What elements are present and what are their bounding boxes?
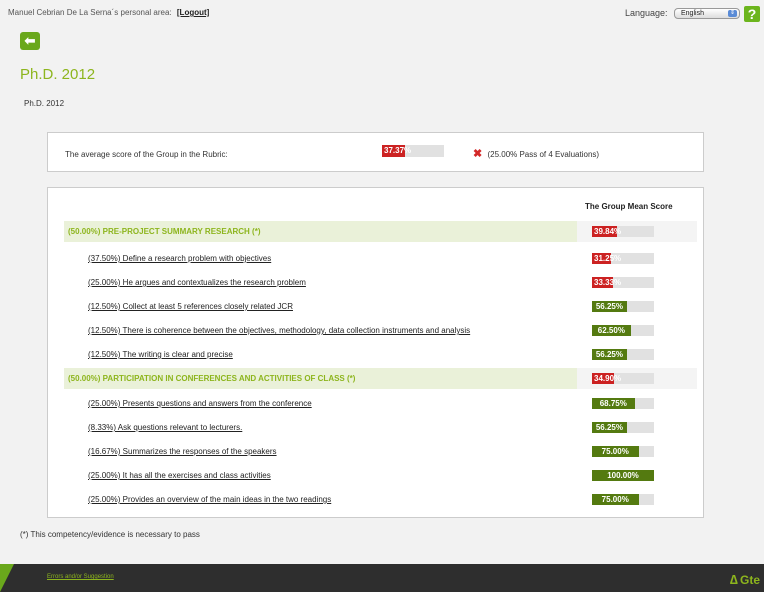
summary-panel: The average score of the Group in the Ru… [47,132,704,172]
language-label: Language: [624,8,668,18]
page-title: Ph.D. 2012 [20,66,96,83]
score-text: 31.25% [594,254,622,263]
score-bar: 56.25% [592,301,654,312]
score-text: 75.00% [601,447,629,456]
criterion-link[interactable]: (16.67%) Summarizes the responses of the… [88,447,277,456]
footnote: (*) This competency/evidence is necessar… [20,530,200,539]
score-text: 39.84% [594,227,622,236]
score-bar: 75.00% [592,494,654,505]
section-label: (50.00%) PARTICIPATION IN CONFERENCES AN… [68,374,356,383]
table-row: (8.33%) Ask questions relevant to lectur… [64,417,697,438]
score-bar: 39.84% [592,226,654,237]
select-arrows-icon: ⇕ [728,10,737,18]
criterion-link[interactable]: (8.33%) Ask questions relevant to lectur… [88,423,242,432]
score-text: 56.25% [595,423,623,432]
section-label: (50.00%) PRE-PROJECT SUMMARY RESEARCH (*… [68,227,261,236]
language-selector: Language: English ⇕ [624,8,740,20]
footer-logo: ∆ Gte [730,572,760,587]
help-icon[interactable]: ? [744,6,760,22]
back-button[interactable]: ⬅ [20,32,40,50]
section-row: (50.00%) PRE-PROJECT SUMMARY RESEARCH (*… [64,221,697,242]
table-row: (25.00%) It has all the exercises and cl… [64,465,697,486]
score-bar: 31.25% [592,253,654,264]
score-text: 33.33% [594,278,622,287]
score-bar: 56.25% [592,349,654,360]
criterion-link[interactable]: (12.50%) There is coherence between the … [88,326,470,335]
score-text: 100.00% [607,471,639,480]
summary-result-text: (25.00% Pass of 4 Evaluations) [487,150,600,159]
table-row: (16.67%) Summarizes the responses of the… [64,441,697,462]
score-text: 75.00% [601,495,629,504]
score-text: 56.25% [595,350,623,359]
score-bar: 56.25% [592,422,654,433]
criterion-link[interactable]: (25.00%) It has all the exercises and cl… [88,471,271,480]
score-bar: 68.75% [592,398,654,409]
criterion-link[interactable]: (12.50%) Collect at least 5 references c… [88,302,293,311]
table-row: (37.50%) Define a research problem with … [64,248,697,269]
fail-x-icon: ✖ [473,148,483,160]
criterion-link[interactable]: (12.50%) The writing is clear and precis… [88,350,233,359]
table-row: (12.50%) Collect at least 5 references c… [64,296,697,317]
user-area: Manuel Cebrian De La Serna´s personal ar… [8,8,209,17]
table-row: (25.00%) Presents questions and answers … [64,393,697,414]
criterion-link[interactable]: (25.00%) Presents questions and answers … [88,399,312,408]
gte-logo-icon: ∆ [730,572,738,587]
table-row: (12.50%) There is coherence between the … [64,320,697,341]
criterion-link[interactable]: (25.00%) Provides an overview of the mai… [88,495,331,504]
errors-suggestion-link[interactable]: Errors and/or Suggestion [47,574,114,580]
score-text: 62.50% [597,326,625,335]
summary-score-bar: 37.37% [382,145,444,157]
page-subtitle: Ph.D. 2012 [24,99,65,108]
score-bar: 33.33% [592,277,654,288]
user-greeting: Manuel Cebrian De La Serna´s personal ar… [8,8,172,17]
language-value: English [681,10,704,18]
score-bar: 62.50% [592,325,654,336]
score-bar: 34.90% [592,373,654,384]
criterion-link[interactable]: (25.00%) He argues and contextualizes th… [88,278,306,287]
score-bar: 75.00% [592,446,654,457]
footer-accent [0,564,14,592]
table-row: (25.00%) Provides an overview of the mai… [64,489,697,510]
summary-label: The average score of the Group in the Ru… [65,150,228,159]
rubric-table: The Group Mean Score (50.00%) PRE-PROJEC… [47,187,704,518]
table-row: (12.50%) The writing is clear and precis… [64,344,697,365]
section-row: (50.00%) PARTICIPATION IN CONFERENCES AN… [64,368,697,389]
score-text: 56.25% [595,302,623,311]
footer: Errors and/or Suggestion ∆ Gte [0,564,764,592]
criterion-link[interactable]: (37.50%) Define a research problem with … [88,254,271,263]
top-bar: Manuel Cebrian De La Serna´s personal ar… [0,0,764,24]
table-row: (25.00%) He argues and contextualizes th… [64,272,697,293]
summary-result: ✖ (25.00% Pass of 4 Evaluations) [473,147,599,160]
footer-logo-text: Gte [739,573,760,587]
summary-score-text: 37.37% [384,146,412,155]
language-select[interactable]: English ⇕ [674,8,740,20]
score-text: 68.75% [599,399,627,408]
column-header: The Group Mean Score [585,202,673,211]
score-bar: 100.00% [592,470,654,481]
score-text: 34.90% [594,374,622,383]
logout-link[interactable]: [Logout] [177,8,209,17]
